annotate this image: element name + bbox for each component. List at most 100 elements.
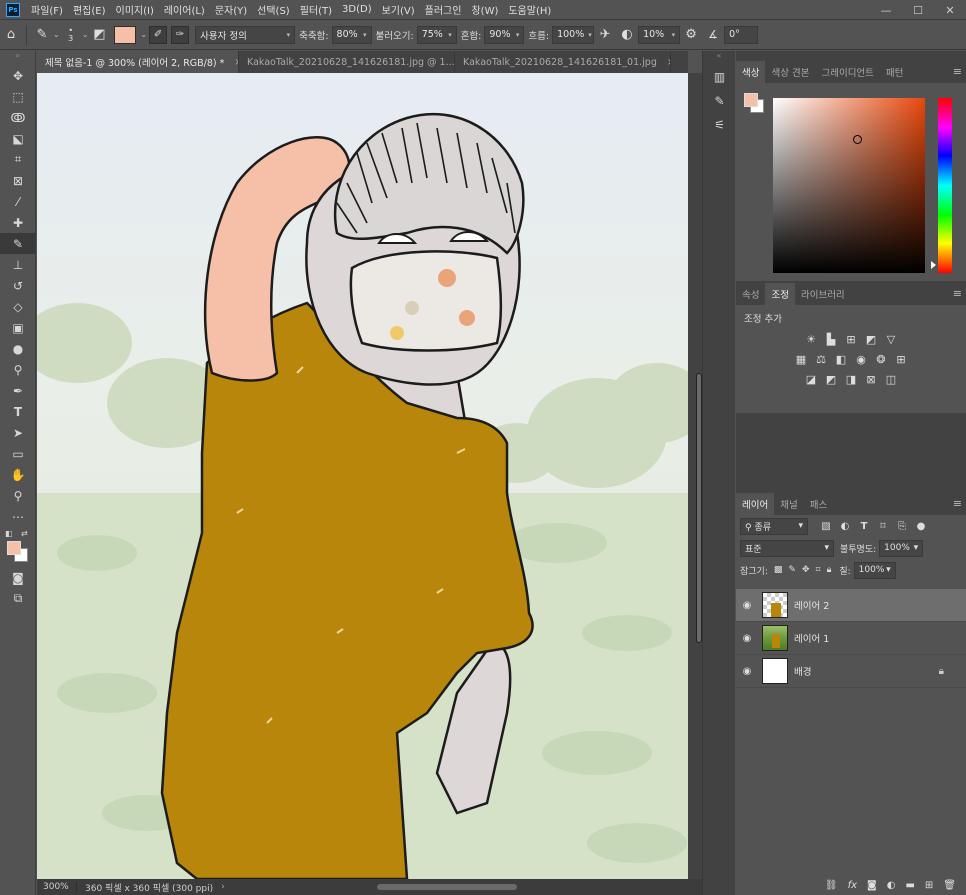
tab-document-2[interactable]: KakaoTalk_20210628_141626181.jpg @ 1...× (239, 51, 455, 73)
menu-help[interactable]: 도움말(H) (503, 2, 556, 17)
exposure-icon[interactable]: ◩ (863, 331, 879, 347)
link-layers-icon[interactable]: ⛓ (825, 880, 838, 891)
default-colors-icon[interactable]: ◧ (5, 529, 13, 538)
swap-colors-icon[interactable]: ⇄ (21, 529, 28, 538)
eraser-tool-icon[interactable]: ◇ (0, 296, 36, 317)
moisture-field[interactable]: 80% ▾ (331, 25, 372, 44)
brightness-icon[interactable]: ☀ (803, 331, 819, 347)
eyedropper-tool-icon[interactable]: ⁄ (0, 191, 36, 212)
brush-settings-panel-icon[interactable]: ✎ (703, 89, 736, 113)
frame-tool-icon[interactable]: ⊠ (0, 170, 36, 191)
screen-mode-icon[interactable]: ⧉ (0, 588, 36, 609)
blend-mode-select[interactable]: 표준 ▾ (740, 539, 834, 557)
channel-mixer-icon[interactable]: ❂ (873, 351, 889, 367)
new-layer-icon[interactable]: ⊞ (925, 880, 933, 891)
filter-shape-icon[interactable]: ⌑ (875, 518, 891, 534)
crop-tool-icon[interactable]: ⌗ (0, 149, 36, 170)
airbrush-icon[interactable]: ✈ (594, 24, 616, 46)
filter-type-icon[interactable]: T (856, 518, 872, 534)
path-select-tool-icon[interactable]: ➤ (0, 422, 36, 443)
lock-all-icon[interactable]: 🔒︎ (827, 565, 832, 575)
menu-plugins[interactable]: 플러그인 (420, 2, 467, 17)
new-adjustment-layer-icon[interactable]: ◐ (887, 880, 896, 891)
hand-tool-icon[interactable]: ✋ (0, 464, 36, 485)
selective-color-icon[interactable]: ⊠ (863, 371, 879, 387)
menu-file[interactable]: 파일(F) (26, 2, 68, 17)
move-tool-icon[interactable]: ✥ (0, 65, 36, 86)
tab-adjustments[interactable]: 조정 (765, 283, 795, 305)
rectangle-tool-icon[interactable]: ▭ (0, 443, 36, 464)
brush-size-picker[interactable]: • 3 (60, 24, 82, 46)
hue-slider[interactable] (938, 98, 952, 273)
menu-view[interactable]: 보기(V) (377, 2, 420, 17)
marquee-tool-icon[interactable]: ⬚ (0, 86, 36, 107)
blur-tool-icon[interactable]: ● (0, 338, 36, 359)
close-icon[interactable]: × (667, 57, 670, 68)
color-picker-marker[interactable] (853, 135, 862, 144)
invert-icon[interactable]: ◪ (803, 371, 819, 387)
layer-name[interactable]: 레이어 2 (794, 598, 829, 612)
layer-name[interactable]: 레이어 1 (794, 631, 829, 645)
status-menu-arrow-icon[interactable]: › (221, 882, 225, 892)
fx-icon[interactable]: fx (848, 880, 857, 891)
tab-properties[interactable]: 속성 (736, 283, 765, 305)
layer-filter-select[interactable]: ⚲ 종류 ▾ (740, 517, 808, 535)
clone-stamp-tool-icon[interactable]: ⊥ (0, 254, 36, 275)
black-white-icon[interactable]: ◧ (833, 351, 849, 367)
smoothing-field[interactable]: 10% ▾ (638, 25, 681, 44)
posterize-icon[interactable]: ◩ (823, 371, 839, 387)
mixer-brush-tool-icon[interactable]: ✎ (0, 233, 36, 254)
expand-panels-icon[interactable]: « (703, 51, 735, 65)
more-tools-icon[interactable]: ⋯ (0, 506, 36, 527)
healing-brush-tool-icon[interactable]: ✚ (0, 212, 36, 233)
tab-swatches[interactable]: 색상 견본 (765, 61, 815, 83)
color-swatches[interactable]: ◧ ⇄ (0, 527, 36, 567)
tab-document-1[interactable]: 제목 없음-1 @ 300% (레이어 2, RGB/8) *× (37, 51, 239, 73)
menu-select[interactable]: 선택(S) (252, 2, 295, 17)
filter-adjustment-icon[interactable]: ◐ (837, 518, 853, 534)
hue-slider-marker[interactable] (931, 261, 936, 269)
current-brush-load-swatch[interactable] (114, 25, 137, 44)
zoom-level[interactable]: 300% (37, 882, 77, 892)
menu-3d[interactable]: 3D(D) (337, 4, 377, 15)
tab-paths[interactable]: 패스 (804, 493, 833, 515)
tab-libraries[interactable]: 라이브러리 (795, 283, 851, 305)
saturation-value-field[interactable] (773, 98, 925, 273)
gradient-tool-icon[interactable]: ▣ (0, 317, 36, 338)
foreground-color-swatch[interactable] (744, 93, 758, 107)
mixer-brush-preset-icon[interactable]: ✎ (31, 24, 53, 46)
lock-artboard-icon[interactable]: ⌗ (815, 565, 820, 575)
quick-mask-icon[interactable]: ◙ (0, 567, 36, 588)
delete-layer-icon[interactable]: 🗑︎ (943, 880, 956, 891)
canvas-artwork[interactable] (37, 73, 688, 879)
layer-name[interactable]: 배경 (794, 664, 811, 678)
panel-menu-icon[interactable]: ≡ (953, 65, 962, 78)
maximize-button[interactable]: ☐ (902, 0, 934, 20)
tab-channels[interactable]: 채널 (774, 493, 803, 515)
filter-toggle-icon[interactable]: ● (913, 518, 929, 534)
filter-smart-object-icon[interactable]: ⎘ (894, 518, 910, 534)
color-lookup-icon[interactable]: ⊞ (893, 351, 909, 367)
layer-row-layer-1[interactable]: ◉ 레이어 1 (736, 622, 966, 655)
type-tool-icon[interactable]: T (0, 401, 36, 422)
clean-brush-toggle-icon[interactable]: ✑ (171, 25, 190, 44)
gradient-map-icon[interactable]: ◫ (883, 371, 899, 387)
menu-window[interactable]: 창(W) (466, 2, 503, 17)
pen-tool-icon[interactable]: ✒ (0, 380, 36, 401)
eye-icon[interactable]: ◉ (736, 600, 758, 611)
eye-icon[interactable]: ◉ (736, 633, 758, 644)
tab-patterns[interactable]: 패턴 (880, 61, 909, 83)
mix-field[interactable]: 90% ▾ (484, 25, 525, 44)
foreground-color-swatch[interactable] (7, 541, 21, 555)
load-brush-toggle-icon[interactable]: ✐ (149, 25, 168, 44)
add-mask-icon[interactable]: ◙ (867, 880, 877, 891)
opacity-field[interactable]: 100% ▾ (879, 539, 924, 557)
tab-gradients[interactable]: 그레이디언트 (815, 61, 879, 83)
canvas-vertical-scrollbar[interactable] (688, 73, 702, 879)
lock-transparent-icon[interactable]: ▩ (774, 565, 783, 575)
horizontal-scrollbar-thumb[interactable] (377, 884, 517, 890)
brush-settings-icon[interactable]: ◩ (88, 24, 110, 46)
document-canvas[interactable] (37, 73, 688, 879)
dodge-tool-icon[interactable]: ⚲ (0, 359, 36, 380)
flow-field[interactable]: 100% ▾ (552, 25, 595, 44)
